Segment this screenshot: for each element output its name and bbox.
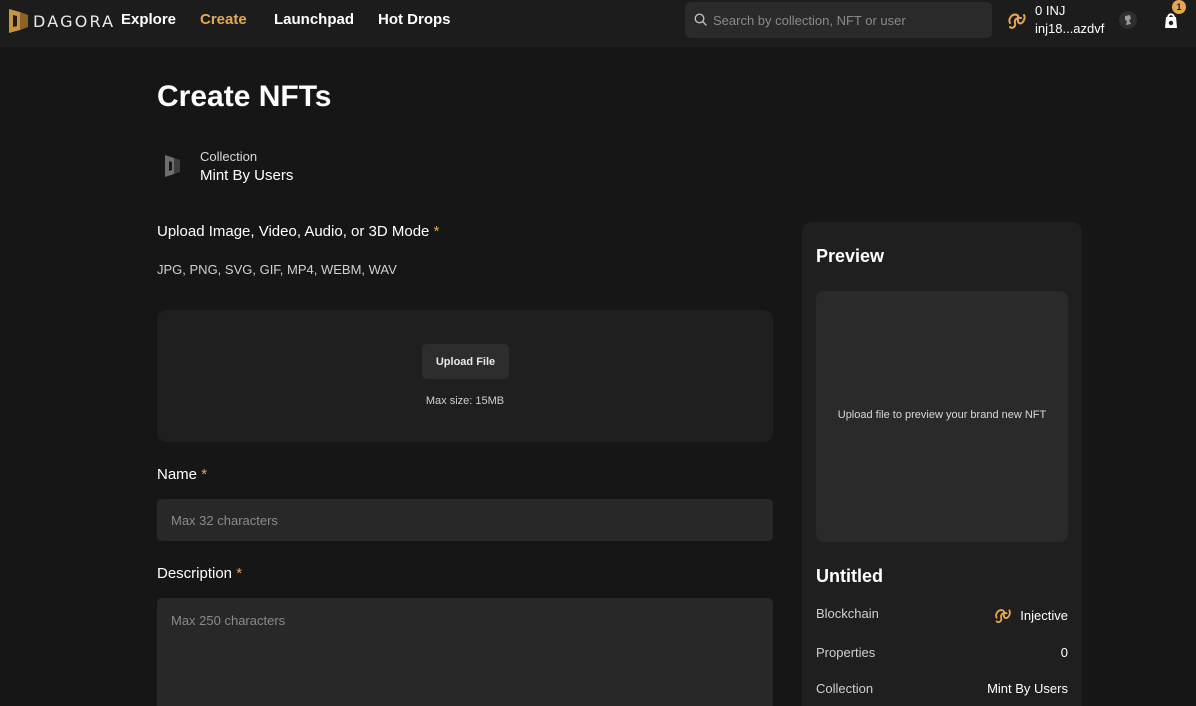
collection-label: Collection — [200, 149, 258, 164]
nav-explore[interactable]: Explore — [121, 11, 176, 28]
properties-label: Properties — [816, 645, 876, 660]
cart-count-badge: 1 — [1172, 0, 1186, 14]
page-title: Create NFTs — [157, 80, 332, 113]
search-bar — [685, 2, 992, 38]
required-mark: * — [236, 565, 243, 582]
search-icon — [694, 13, 707, 26]
preview-card: Preview Upload file to preview your bran… — [802, 222, 1082, 706]
blockchain-value: Injective — [993, 605, 1068, 625]
blockchain-name: Injective — [1020, 607, 1068, 623]
search-input[interactable] — [713, 2, 983, 38]
preview-hint: Upload file to preview your brand new NF… — [837, 409, 1047, 421]
properties-value: 0 — [1060, 645, 1068, 660]
dagora-logo-icon — [9, 9, 28, 33]
description-label: Description * — [157, 565, 242, 582]
wallet-balance[interactable]: 0 INJ — [1035, 3, 1065, 18]
supported-formats: JPG, PNG, SVG, GIF, MP4, WEBM, WAV — [157, 262, 397, 277]
wallet-address[interactable]: inj18...azdvf — [1035, 21, 1104, 36]
injective-icon — [1008, 13, 1026, 29]
name-input[interactable] — [157, 499, 773, 541]
name-label-text: Name — [157, 466, 198, 483]
nav-launchpad[interactable]: Launchpad — [274, 11, 354, 28]
injective-icon — [995, 609, 1012, 623]
brand-name: DAGORA — [33, 11, 116, 31]
description-label-text: Description — [157, 565, 233, 582]
nav-hot-drops[interactable]: Hot Drops — [378, 11, 451, 28]
upload-label-text: Upload Image, Video, Audio, or 3D Mode — [157, 223, 430, 240]
top-navigation-bar: DAGORA Explore Create Launchpad Hot Drop… — [0, 0, 1196, 47]
required-mark: * — [201, 466, 208, 483]
upload-file-button[interactable]: Upload File — [422, 344, 509, 379]
collection-logo-icon — [165, 155, 180, 177]
required-mark: * — [433, 223, 440, 240]
max-size-note: Max size: 15MB — [425, 395, 505, 407]
name-label: Name * — [157, 466, 207, 483]
upload-label: Upload Image, Video, Audio, or 3D Mode * — [157, 223, 439, 240]
nft-title: Untitled — [816, 566, 883, 586]
brand-logo[interactable]: DAGORA — [8, 8, 115, 34]
blockchain-label: Blockchain — [816, 606, 879, 621]
upload-dropzone[interactable]: Upload File Max size: 15MB — [157, 310, 773, 442]
collection-row-value: Mint By Users — [987, 681, 1068, 696]
collection-name[interactable]: Mint By Users — [200, 167, 293, 184]
nav-create[interactable]: Create — [200, 11, 247, 28]
preview-title: Preview — [816, 246, 885, 266]
collection-row-label: Collection — [816, 681, 874, 696]
avatar-icon[interactable] — [1118, 10, 1138, 30]
preview-image-area: Upload file to preview your brand new NF… — [816, 291, 1068, 542]
description-input[interactable] — [157, 598, 773, 706]
